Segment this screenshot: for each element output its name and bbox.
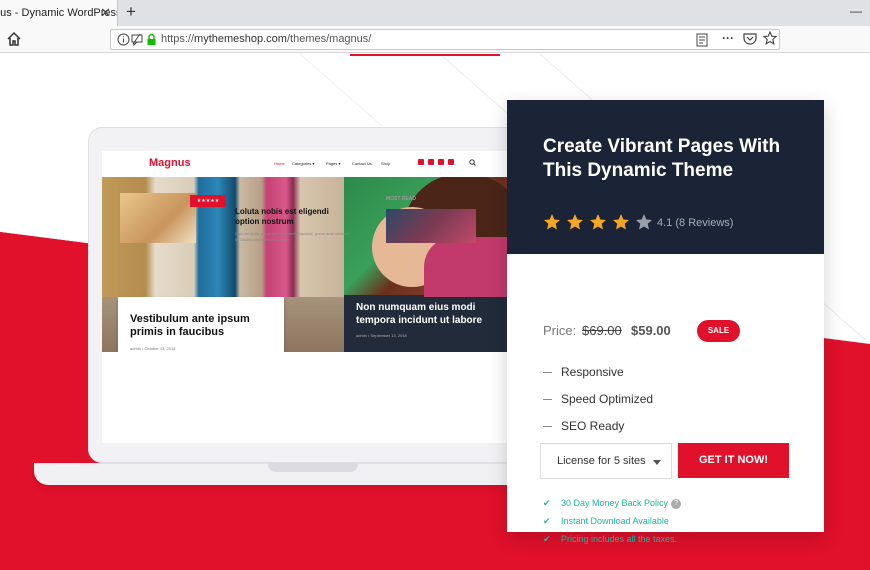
browser-tab[interactable]: nus - Dynamic WordPress ✕ <box>0 0 118 26</box>
star-icon <box>567 214 583 230</box>
feature-dash <box>543 372 552 374</box>
product-card: Create Vibrant Pages With This Dynamic T… <box>507 100 824 544</box>
feature-label: Responsive <box>561 365 624 379</box>
feature-dash <box>543 399 552 401</box>
star-icon <box>590 214 606 230</box>
help-icon[interactable]: ? <box>671 498 682 509</box>
preview-hero-right-title: Non numquam eius modi tempora incidunt u… <box>356 302 483 326</box>
price-label: Price: <box>543 323 577 338</box>
feature-item: SEO Ready <box>543 419 624 433</box>
permissions-icon[interactable] <box>131 33 144 46</box>
bookmark-star-icon[interactable] <box>763 31 777 45</box>
url-path: /themes/magnus/ <box>286 33 372 45</box>
preview-post-title: Loluta nobis est eligendi option nostrum <box>235 207 329 226</box>
navigation-bar: https://mythemeshop.com/themes/magnus/ ·… <box>0 26 870 53</box>
info-icon[interactable] <box>117 33 130 46</box>
preview-hero-right-meta: admin • September 13, 2018 <box>356 333 407 338</box>
feature-label: SEO Ready <box>561 419 625 433</box>
preview-photo-shirt <box>424 237 508 297</box>
price-new: $59.00 <box>631 323 671 338</box>
get-it-now-button[interactable]: GET IT NOW! <box>678 443 789 478</box>
lock-icon[interactable] <box>145 33 158 46</box>
preview-post-rating-ribbon: ★★★★★ <box>190 195 226 207</box>
chevron-down-icon <box>653 460 661 465</box>
preview-facebook-icon <box>418 159 424 165</box>
guarantee-item: ✔ 30 Day Money Back Policy? <box>543 498 682 509</box>
price-old: $69.00 <box>582 323 622 338</box>
sale-badge: SALE <box>697 320 740 342</box>
url-text: https://mythemeshop.com/themes/magnus/ <box>161 33 371 45</box>
guarantee-label: Instant Download Available <box>561 516 669 526</box>
rating-reviews: (8 Reviews) <box>675 217 734 229</box>
preview-youtube-icon <box>448 159 454 165</box>
minimize-button[interactable]: — <box>850 0 862 22</box>
rating-text[interactable]: 4.1 (8 Reviews) <box>657 217 733 229</box>
preview-post-image <box>120 193 196 243</box>
star-icon <box>636 214 652 230</box>
preview-menu-item: Shop <box>381 161 391 166</box>
guarantee-item: ✔ Pricing includes all the taxes. <box>543 534 677 545</box>
address-bar[interactable]: https://mythemeshop.com/themes/magnus/ <box>110 29 780 50</box>
preview-hero-card-title: Vestibulum ante ipsum primis in faucibus <box>130 313 250 338</box>
home-icon[interactable] <box>6 31 22 47</box>
check-icon: ✔ <box>543 516 551 526</box>
feature-item: Speed Optimized <box>543 392 653 406</box>
page-actions-icon[interactable]: ··· <box>722 31 734 45</box>
preview-instagram-icon <box>438 159 444 165</box>
web-page: Magnus Home Categories ▾ Pages ▾ Contact… <box>0 54 870 570</box>
preview-hero-card-meta: admin • October 13, 2018 <box>130 346 176 351</box>
reader-view-icon[interactable] <box>695 33 709 47</box>
preview-twitter-icon <box>428 159 434 165</box>
product-card-header: Create Vibrant Pages With This Dynamic T… <box>507 100 824 254</box>
preview-menu-item: Home <box>274 161 285 166</box>
theme-preview-screen: Magnus Home Categories ▾ Pages ▾ Contact… <box>102 151 508 443</box>
url-scheme: https:// <box>161 33 195 45</box>
preview-hero-right: Non numquam eius modi tempora incidunt u… <box>344 177 508 352</box>
check-icon: ✔ <box>543 498 551 508</box>
feature-label: Speed Optimized <box>561 392 654 406</box>
preview-most-read-image <box>386 209 476 243</box>
preview-second-section <box>102 352 508 443</box>
feature-item: Responsive <box>543 365 624 379</box>
pocket-icon[interactable] <box>743 32 757 46</box>
license-select[interactable]: License for 5 sites <box>540 443 672 479</box>
laptop-notch <box>268 463 358 472</box>
preview-most-read-label: MOST READ <box>386 196 416 202</box>
tab-close-icon[interactable]: ✕ <box>100 0 111 26</box>
check-icon: ✔ <box>543 534 551 544</box>
url-host: mythemeshop.com <box>194 33 287 45</box>
top-accent-line <box>350 54 500 56</box>
star-icon <box>613 214 629 230</box>
preview-menu-item: Categories ▾ <box>292 161 315 166</box>
guarantee-label[interactable]: 30 Day Money Back Policy <box>561 498 668 508</box>
rating-value: 4.1 <box>657 217 673 229</box>
guarantee-label: Pricing includes all the taxes. <box>561 534 678 544</box>
star-icon <box>544 214 560 230</box>
guarantee-item: ✔ Instant Download Available <box>543 516 669 527</box>
preview-menu-item: Contact Us <box>352 161 372 166</box>
license-select-value: License for 5 sites <box>557 455 646 467</box>
preview-logo: Magnus <box>149 157 191 169</box>
tab-bar: nus - Dynamic WordPress ✕ + — <box>0 0 870 26</box>
preview-header: Magnus Home Categories ▾ Pages ▾ Contact… <box>102 151 508 177</box>
product-title: Create Vibrant Pages With This Dynamic T… <box>543 136 781 181</box>
preview-post-excerpt: Duis vehicula, purus sed hendrerit vulpu… <box>235 231 350 242</box>
preview-search-icon <box>469 159 476 166</box>
preview-menu-item: Pages ▾ <box>326 161 341 166</box>
new-tab-button[interactable]: + <box>122 0 140 26</box>
feature-dash <box>543 426 552 428</box>
